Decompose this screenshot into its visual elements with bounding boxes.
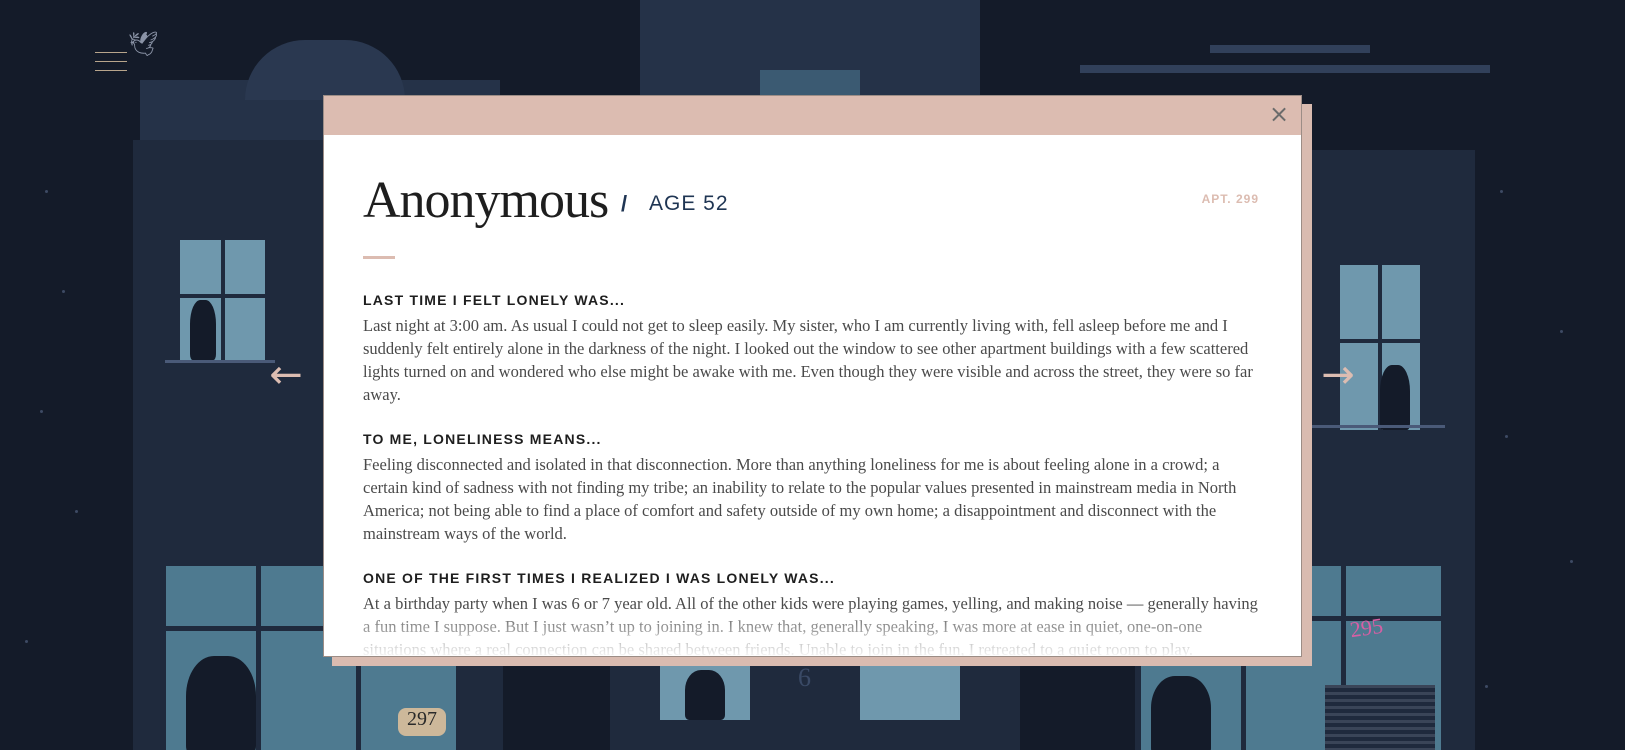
pigeon-icon: 🕊: [128, 32, 159, 58]
building-number: 6: [798, 663, 811, 692]
star: [25, 640, 28, 643]
accent-divider: [363, 256, 395, 259]
hamburger-line: [95, 61, 127, 62]
person-name: Anonymous: [363, 172, 609, 229]
hamburger-line: [95, 70, 127, 71]
star: [62, 290, 65, 293]
air-vent: [1325, 685, 1435, 750]
arrow-left-icon[interactable]: ←: [266, 355, 306, 395]
balcony-rail: [1310, 425, 1445, 428]
story-modal: × Anonymous / AGE 52 APT. 299 LAST TIME …: [323, 95, 1302, 657]
section-heading: LAST TIME I FELT LONELY WAS...: [363, 292, 626, 308]
section-body: Last night at 3:00 am. As usual I could …: [363, 316, 1253, 404]
building-right-cornice: [1210, 45, 1370, 53]
section-body: Feeling disconnected and isolated in tha…: [363, 455, 1237, 543]
section-heading: ONE OF THE FIRST TIMES I REALIZED I WAS …: [363, 570, 835, 586]
modal-header-bar: ×: [324, 96, 1301, 135]
balcony-rail: [165, 360, 275, 363]
hamburger-icon: [95, 52, 127, 53]
scroll-fade: [363, 606, 1259, 656]
menu-button[interactable]: [95, 52, 127, 74]
story-section: LAST TIME I FELT LONELY WAS... Last nigh…: [363, 292, 1259, 406]
building-right-cornice: [1080, 65, 1490, 73]
modal-content[interactable]: Anonymous / AGE 52 APT. 299 LAST TIME I …: [363, 135, 1259, 656]
star: [40, 410, 43, 413]
star: [1570, 560, 1573, 563]
star: [45, 190, 48, 193]
section-heading: TO ME, LONELINESS MEANS...: [363, 431, 602, 447]
window: [860, 660, 960, 720]
star: [1560, 330, 1563, 333]
star: [75, 510, 78, 513]
arrow-right-icon[interactable]: →: [1318, 355, 1358, 395]
window: [180, 240, 265, 360]
apartment-number-tag: 295: [1348, 612, 1385, 643]
apartment-plaque: 297: [398, 708, 446, 736]
building-left-arch: [245, 40, 405, 100]
star: [1485, 685, 1488, 688]
apartment-number: APT. 299: [1201, 192, 1259, 206]
name-age-separator: /: [621, 191, 628, 216]
close-icon[interactable]: ×: [1267, 102, 1291, 126]
window: [660, 660, 750, 720]
story-section: TO ME, LONELINESS MEANS... Feeling disco…: [363, 431, 1259, 545]
person-age: AGE 52: [649, 192, 729, 215]
window: [1340, 265, 1420, 430]
star: [1505, 435, 1508, 438]
star: [1500, 190, 1503, 193]
